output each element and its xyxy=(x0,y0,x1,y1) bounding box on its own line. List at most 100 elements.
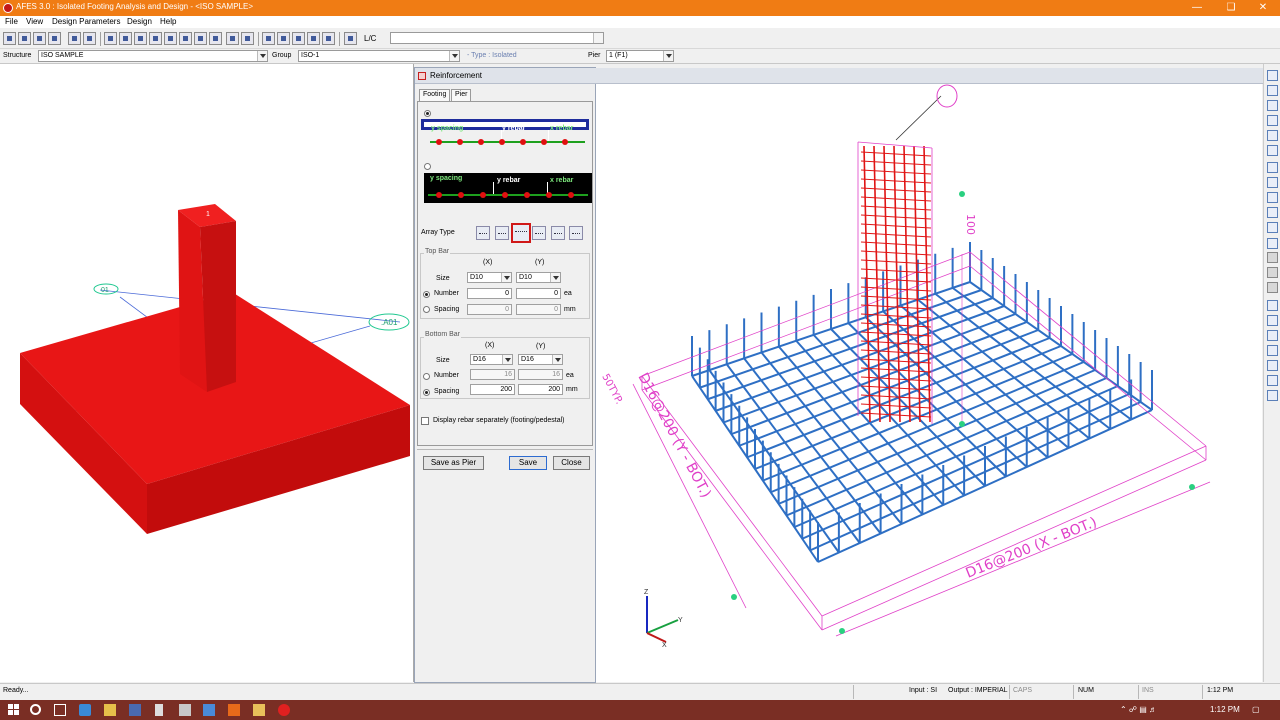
report-icon[interactable] xyxy=(292,32,305,45)
bottom-spacing-x-field[interactable]: 200 xyxy=(470,384,515,395)
cube-front-icon[interactable] xyxy=(1267,300,1278,311)
cube-left-icon[interactable] xyxy=(1267,330,1278,341)
tab-pier[interactable]: Pier xyxy=(451,89,472,101)
cube-iso-icon[interactable] xyxy=(1267,390,1278,401)
display-separately-checkbox[interactable] xyxy=(421,417,429,425)
calculator-icon[interactable] xyxy=(155,704,163,716)
bottom-spacing-y-field[interactable]: 200 xyxy=(518,384,563,395)
chart-icon[interactable] xyxy=(307,32,320,45)
array-type-5-button[interactable] xyxy=(551,226,565,240)
zoom-out-icon[interactable] xyxy=(1267,177,1278,188)
back-icon[interactable] xyxy=(344,32,357,45)
beam-icon[interactable] xyxy=(209,32,222,45)
footing-icon[interactable] xyxy=(164,32,177,45)
search-icon[interactable] xyxy=(30,704,41,715)
view-icon[interactable] xyxy=(262,32,275,45)
solid-view[interactable]: .A01 01 1 xyxy=(0,64,414,682)
array-type-1-button[interactable] xyxy=(476,226,490,240)
chevron-down-icon[interactable] xyxy=(449,51,459,61)
minimize-icon[interactable]: — xyxy=(1180,0,1214,16)
array-type-4-button[interactable] xyxy=(532,226,546,240)
array-type-2-button[interactable] xyxy=(495,226,509,240)
hidden-icon[interactable] xyxy=(1267,282,1278,293)
layout-option-2-image[interactable]: y spacing y rebar x rebar xyxy=(424,173,592,203)
layout-option-2-radio[interactable] xyxy=(424,163,431,170)
afes-taskbar-icon[interactable] xyxy=(278,704,290,716)
bottom-size-x-select[interactable]: D16 xyxy=(470,354,513,365)
load-icon[interactable] xyxy=(134,32,147,45)
top-spacing-y-field[interactable]: 0 xyxy=(516,304,561,315)
chevron-down-icon[interactable] xyxy=(257,51,267,61)
app-icon-9[interactable] xyxy=(253,704,265,716)
tab-footing[interactable]: Footing xyxy=(419,89,451,101)
bottom-number-y-field[interactable]: 16 xyxy=(518,369,563,380)
new-icon[interactable] xyxy=(3,32,16,45)
pan-icon[interactable] xyxy=(1267,207,1278,218)
top-number-y-field[interactable]: 0 xyxy=(516,288,561,299)
zoom-in-icon[interactable] xyxy=(1267,162,1278,173)
menu-view[interactable]: View xyxy=(26,17,43,26)
task-view-icon[interactable] xyxy=(54,704,66,716)
store-icon[interactable] xyxy=(129,704,141,716)
shade-icon[interactable] xyxy=(1267,252,1278,263)
undo-view-icon[interactable] xyxy=(1267,145,1278,156)
cube-bottom-icon[interactable] xyxy=(1267,375,1278,386)
chevron-down-icon[interactable] xyxy=(663,51,673,61)
copy-icon[interactable] xyxy=(68,32,81,45)
maximize-icon[interactable]: ❑ xyxy=(1214,0,1248,16)
save-button[interactable]: Save xyxy=(509,456,547,470)
group-select[interactable]: ISO-1 xyxy=(298,50,460,62)
chevron-down-icon[interactable] xyxy=(593,33,603,43)
close-icon[interactable]: ✕ xyxy=(1246,0,1280,16)
fit-icon[interactable] xyxy=(1267,222,1278,233)
chevron-down-icon[interactable] xyxy=(502,355,512,364)
column-icon[interactable] xyxy=(194,32,207,45)
grid-icon[interactable] xyxy=(104,32,117,45)
view-side-icon[interactable] xyxy=(1267,100,1278,111)
lc-select[interactable] xyxy=(390,32,604,44)
menu-design[interactable]: Design xyxy=(127,17,152,26)
view-front-icon[interactable] xyxy=(1267,70,1278,81)
windows-start-icon[interactable] xyxy=(8,704,20,716)
array-type-6-button[interactable] xyxy=(569,226,583,240)
layout-option-1-image[interactable]: y spacing y rebar x rebar xyxy=(421,119,589,145)
cube-back-icon[interactable] xyxy=(1267,315,1278,326)
pier-icon[interactable] xyxy=(179,32,192,45)
pier-select[interactable]: 1 (F1) xyxy=(606,50,674,62)
chevron-down-icon[interactable] xyxy=(552,355,562,364)
save-icon[interactable] xyxy=(33,32,46,45)
zoom-window-icon[interactable] xyxy=(1267,192,1278,203)
top-spacing-radio[interactable] xyxy=(423,306,430,313)
edit-icon[interactable] xyxy=(277,32,290,45)
app-icon-7[interactable] xyxy=(203,704,215,716)
chevron-down-icon[interactable] xyxy=(550,273,560,282)
view-iso-icon[interactable] xyxy=(1267,115,1278,126)
top-number-radio[interactable] xyxy=(423,291,430,298)
filter-icon[interactable] xyxy=(322,32,335,45)
structure-select[interactable]: ISO SAMPLE xyxy=(38,50,268,62)
bottom-number-x-field[interactable]: 16 xyxy=(470,369,515,380)
top-size-y-select[interactable]: D10 xyxy=(516,272,561,283)
menu-file[interactable]: File xyxy=(5,17,18,26)
chevron-down-icon[interactable] xyxy=(501,273,511,282)
cube-right-icon[interactable] xyxy=(1267,345,1278,356)
app-icon-6[interactable] xyxy=(179,704,191,716)
explorer-icon[interactable] xyxy=(104,704,116,716)
bottom-number-radio[interactable] xyxy=(423,373,430,380)
delete-icon[interactable] xyxy=(83,32,96,45)
top-spacing-x-field[interactable]: 0 xyxy=(467,304,512,315)
top-size-x-select[interactable]: D10 xyxy=(467,272,512,283)
close-button[interactable]: Close xyxy=(553,456,590,470)
lock-icon[interactable] xyxy=(226,32,239,45)
print-icon[interactable] xyxy=(48,32,61,45)
rebar-view[interactable]: D16@200 (Y - BOT.) D16@200 (X - BOT.) 50… xyxy=(596,84,1262,682)
wire-icon[interactable] xyxy=(1267,267,1278,278)
menu-help[interactable]: Help xyxy=(160,17,176,26)
bottom-spacing-radio[interactable] xyxy=(423,389,430,396)
structure-icon[interactable] xyxy=(119,32,132,45)
array-type-3-button[interactable] xyxy=(511,223,531,243)
app-icon-8[interactable] xyxy=(228,704,240,716)
view-top-icon[interactable] xyxy=(1267,85,1278,96)
design-icon[interactable] xyxy=(241,32,254,45)
tray-icons[interactable]: ⌃ ☍ ▤ ♬ xyxy=(1120,705,1157,714)
